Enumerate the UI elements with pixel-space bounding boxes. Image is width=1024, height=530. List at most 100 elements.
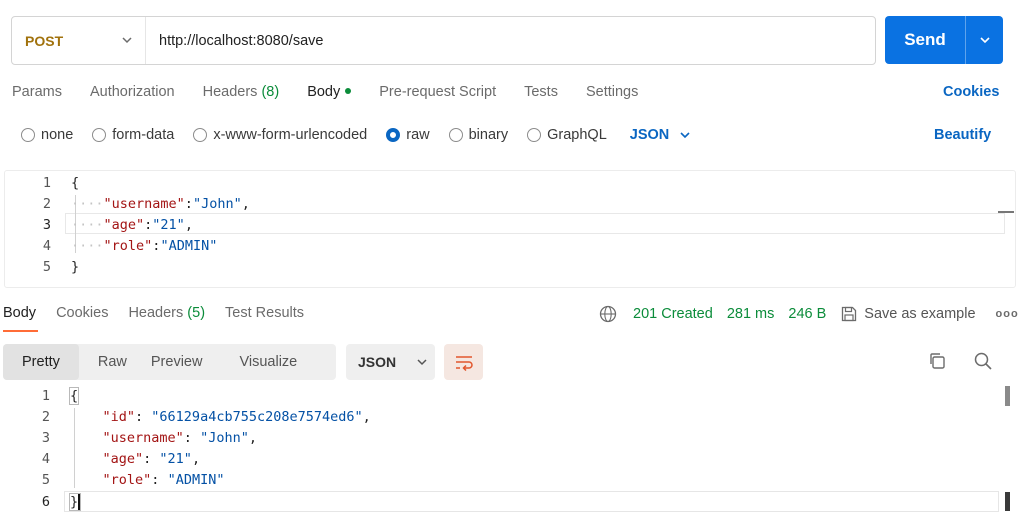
tab-label: Tests [524,84,558,100]
json-end: , [191,450,201,467]
code-text: } [68,492,82,511]
wrap-lines-button[interactable] [444,344,483,380]
cookies-link[interactable]: Cookies [943,84,999,100]
tab-settings[interactable]: Settings [586,84,638,100]
json-sep: : [183,429,201,446]
tab-headers[interactable]: Headers (8) [203,84,280,100]
code-line: 3 ····"age":"21", [5,214,1015,235]
save-as-example-button[interactable]: Save as example [864,306,975,322]
chevron-down-icon [979,37,990,44]
tab-label: Body [307,84,341,100]
json-sep: : [143,450,160,467]
send-options-button[interactable] [966,34,1003,46]
method-label: POST [25,32,64,49]
radio-circle [92,128,107,142]
request-body-editor[interactable]: 1 { 2 ····"username":"John", 3 ····"age"… [4,170,1016,288]
code-line: 5 } [5,256,1015,277]
tab-test-results[interactable]: Test Results [225,305,304,321]
radio-circle [448,128,463,142]
url-input[interactable]: http://localhost:8080/save [146,33,323,49]
tab-body[interactable]: Body [307,84,352,100]
json-value: "21" [152,216,185,233]
json-end: , [184,216,193,233]
send-button-group: Send [885,16,1003,64]
tab-authorization[interactable]: Authorization [90,84,175,100]
radio-label: none [41,127,74,143]
tab-params[interactable]: Params [12,84,62,100]
status-code[interactable]: 201 Created [633,306,713,322]
json-sep: : [151,471,168,488]
radio-none[interactable]: none [21,127,73,143]
view-mode-segmented: Pretty Raw Preview Visualize [3,344,336,380]
code-line: 4 ····"role":"ADMIN" [5,235,1015,256]
response-meta: 201 Created 281 ms 246 B Save as example… [599,305,1019,323]
line-number: 2 [41,408,50,425]
response-time[interactable]: 281 ms [727,306,775,322]
beautify-button[interactable]: Beautify [934,127,991,143]
radio-form-data[interactable]: form-data [92,127,174,143]
tab-label: Headers [128,305,184,321]
line-number: 6 [41,493,50,510]
radio-raw[interactable]: raw [386,127,430,143]
tab-label: Headers [202,84,258,100]
radio-label: GraphQL [547,127,607,143]
view-mode-raw[interactable]: Raw [98,354,127,370]
line-number: 5 [42,258,51,275]
radio-label: form-data [112,127,175,143]
json-key: "age" [102,450,144,467]
method-select[interactable]: POST [12,17,146,64]
radio-binary[interactable]: binary [448,127,509,143]
json-key: "id" [102,408,136,425]
tab-label: Authorization [89,84,175,100]
radio-graphql[interactable]: GraphQL [527,127,607,143]
headers-count: (5) [187,305,206,321]
view-mode-visualize[interactable]: Visualize [239,354,297,370]
radio-label: binary [468,127,509,143]
line-number: 3 [41,429,50,446]
line-number: 2 [42,195,51,212]
tab-pre-request-script[interactable]: Pre-request Script [379,84,496,100]
response-tabs: Body Cookies Headers (5) Test Results [3,305,324,321]
send-button[interactable]: Send [885,30,965,50]
tab-label: Test Results [225,305,305,321]
code-text: { [68,386,80,405]
response-body-viewer[interactable]: 1 { 2 "id": "66129a4cb755c208e7574ed6", … [4,384,1016,514]
tab-response-body[interactable]: Body [3,305,36,321]
json-key: "role" [103,237,153,254]
globe-icon[interactable] [599,305,617,323]
json-sep: : [184,195,193,212]
headers-count: (8) [261,84,280,100]
json-end: , [248,429,257,446]
code-line: 2 ····"username":"John", [5,193,1015,214]
tab-response-headers[interactable]: Headers (5) [128,305,205,321]
copy-button[interactable] [927,351,947,374]
code-line: 1 { [5,172,1015,193]
tab-label: Pre-request Script [379,84,497,100]
chevron-down-icon [122,37,132,44]
code-text: { [71,174,80,191]
json-key: "age" [103,216,145,233]
tab-label: Params [12,84,62,100]
more-options-icon[interactable]: ooo [996,308,1019,320]
json-key: "username" [103,195,185,212]
body-format-select[interactable]: JSON [630,127,692,143]
search-button[interactable] [973,351,993,374]
body-dot-indicator [345,88,352,95]
response-format-select[interactable]: JSON [346,344,435,380]
response-size[interactable]: 246 B [788,306,826,322]
json-value: "John" [192,195,242,212]
active-tab-underline [3,330,38,332]
search-icon [974,352,992,370]
json-sep: : [135,408,152,425]
view-mode-pretty[interactable]: Pretty [3,344,79,380]
json-key: "username" [102,429,184,446]
view-mode-preview[interactable]: Preview [151,354,203,370]
json-end: , [362,408,371,425]
chevron-down-icon [680,132,690,139]
radio-x-www-form-urlencoded[interactable]: x-www-form-urlencoded [193,127,367,143]
json-key: "role" [102,471,152,488]
body-type-options: none form-data x-www-form-urlencoded raw… [21,127,691,143]
tab-response-cookies[interactable]: Cookies [56,305,108,321]
tab-tests[interactable]: Tests [524,84,558,100]
line-number: 1 [41,387,50,404]
